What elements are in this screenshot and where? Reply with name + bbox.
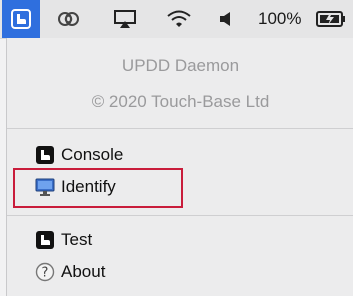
updd-status-item[interactable] (2, 0, 40, 38)
updd-dropdown-menu: UPDD Daemon © 2020 Touch-Base Ltd Consol… (6, 38, 353, 296)
wifi-icon (167, 10, 191, 27)
updd-console-icon (35, 145, 55, 165)
menu-separator (7, 128, 353, 129)
battery-charging-icon (316, 11, 345, 27)
airplay-status-item[interactable] (108, 0, 142, 38)
updd-app-icon (11, 9, 31, 29)
svg-text:?: ? (42, 266, 49, 281)
menu-item-test[interactable]: Test (35, 227, 92, 253)
app-name-label: UPDD Daemon (121, 56, 240, 75)
battery-status-item[interactable] (314, 0, 348, 38)
menu-item-label: Test (61, 230, 93, 249)
updd-test-icon (35, 230, 55, 250)
volume-icon (220, 12, 230, 26)
menu-separator (7, 215, 353, 216)
volume-status-item[interactable] (214, 0, 238, 38)
wifi-status-item[interactable] (162, 0, 196, 38)
airplay-icon (114, 10, 136, 28)
menu-item-about[interactable]: ? About (35, 259, 105, 285)
creative-cloud-status-item[interactable] (52, 0, 86, 38)
help-icon: ? (35, 262, 55, 282)
battery-percent: 100% (258, 9, 302, 28)
menu-item-label: Console (61, 145, 124, 164)
menu-bar: 100% (0, 0, 353, 39)
creative-cloud-icon (58, 12, 79, 26)
menu-item-label: About (61, 262, 106, 281)
copyright-label: © 2020 Touch-Base Ltd (91, 92, 270, 111)
identify-highlight-box (13, 168, 183, 208)
menu-item-console[interactable]: Console (35, 142, 123, 168)
